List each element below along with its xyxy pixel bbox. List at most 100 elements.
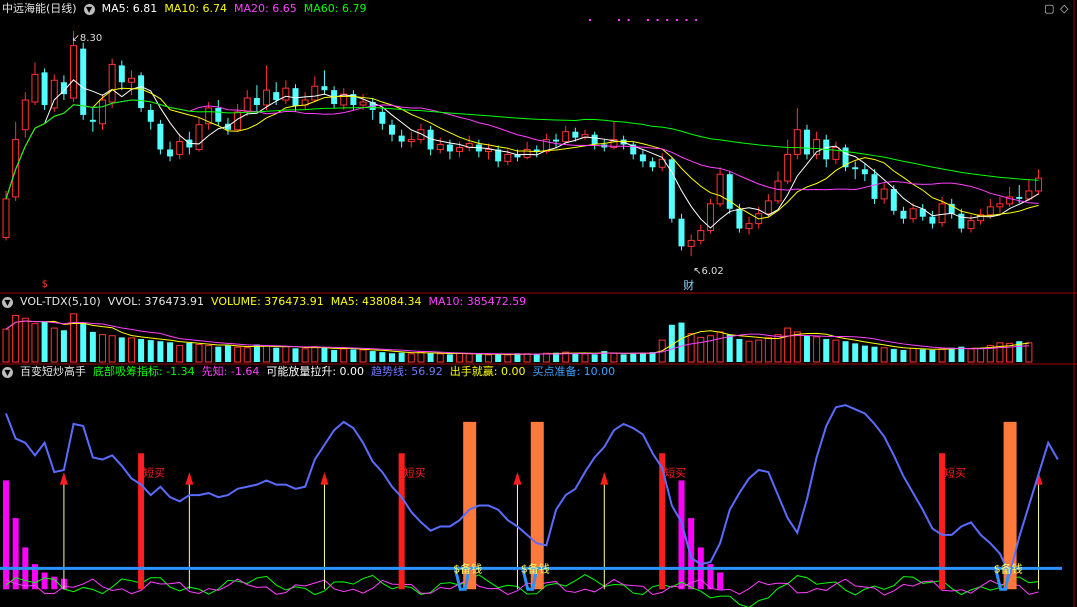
maidian-value: 买点准备: 10.00 (532, 365, 616, 378)
volume-bar (610, 352, 618, 363)
volume-bar (273, 347, 280, 362)
ma60-value: MA60: 6.79 (303, 2, 367, 15)
volume-bar (485, 354, 492, 363)
candle-body (832, 146, 840, 160)
volume-bar (195, 343, 203, 363)
candle-body (195, 124, 203, 150)
bottom-line (5, 574, 1039, 607)
short-buy-label: 短买 (944, 465, 966, 479)
vol-ma5-value: MA5: 438084.34 (330, 295, 422, 308)
chevron-down-icon[interactable]: ▼ (2, 366, 13, 378)
up-arrow-icon (59, 472, 68, 485)
volume-bar (224, 345, 231, 362)
volume-bar (215, 346, 222, 362)
volume-bar (108, 335, 116, 363)
volume-bar (331, 349, 338, 362)
volume-bar (591, 354, 598, 362)
volume-header: ▼ VOL-TDX(5,10) VVOL: 376473.91 VOLUME: … (0, 294, 526, 310)
low-price-label: ↖6.02 (693, 266, 724, 277)
candle-body (359, 101, 367, 106)
volume-bar (99, 334, 106, 363)
candle-body (639, 154, 646, 162)
candle-body (900, 210, 907, 219)
ma5-value: MA5: 6.81 (101, 2, 158, 15)
indicator-panel: 短买 短买 短买 短买 $备钱 $备钱 $备钱 (0, 404, 1062, 607)
candle-body (485, 148, 492, 152)
indicator-header: ▼ 百变短炒高手 底部吸筹指标: -1.34 先知: -1.64 可能放量拉升:… (0, 364, 615, 380)
volume-bar (389, 353, 395, 362)
volume-bar (630, 353, 637, 362)
volume-bar (813, 336, 821, 363)
volume-bar (340, 348, 348, 363)
volume-bar (167, 342, 174, 362)
signal-dot (656, 19, 659, 21)
volume-bar (697, 336, 705, 363)
volume-panel (2, 313, 1033, 363)
candle-body (880, 188, 888, 200)
signal-dot (666, 19, 669, 21)
money-label: $备钱 (994, 561, 1023, 575)
volume-bar (716, 331, 724, 363)
volume-bar (80, 322, 87, 362)
candle-body (871, 174, 878, 199)
volume-bar (138, 339, 145, 362)
volume-bar (50, 327, 58, 363)
candle-body (127, 77, 135, 83)
volume-bar (456, 352, 464, 363)
money-label: $备钱 (521, 561, 550, 575)
volume-bar (890, 348, 897, 362)
signal-dot (695, 19, 698, 21)
signal-dot (589, 19, 591, 21)
volume-bar (427, 353, 434, 362)
candle-body (389, 124, 395, 135)
volume-bar (639, 353, 646, 362)
volume-bar (745, 340, 753, 363)
candle-body (446, 144, 453, 152)
candle-body (89, 119, 96, 122)
volume-bar (793, 331, 801, 363)
volume-bar (417, 351, 425, 363)
volume-bar (678, 322, 685, 362)
candle-body (263, 89, 271, 106)
candle-body (157, 123, 164, 150)
bottom-value: 底部吸筹指标: -1.34 (93, 365, 195, 378)
volume-bar (803, 335, 810, 362)
candle-body (861, 169, 868, 175)
candle-body (282, 87, 290, 101)
volume-bar (282, 346, 290, 363)
candle-body (793, 129, 801, 155)
diamond-icon[interactable]: ◇ (1060, 2, 1068, 15)
up-arrow-icon (185, 472, 194, 485)
candle-body (311, 85, 319, 101)
short-buy-label: 短买 (664, 465, 686, 479)
candle-body (176, 141, 184, 155)
money-label: $备钱 (453, 561, 482, 575)
volume-bar (861, 345, 868, 362)
candle-body (562, 131, 570, 143)
volume-bar (127, 337, 135, 363)
candle-body (1016, 196, 1023, 199)
volume-bar (253, 344, 260, 362)
volume-bar (726, 334, 733, 362)
volume-value: VOLUME: 376473.91 (211, 295, 324, 308)
chevron-down-icon[interactable]: ▼ (2, 296, 13, 308)
volume-bar (465, 353, 473, 363)
volume-bar (379, 352, 386, 362)
indicator-name: 百变短炒高手 (20, 365, 86, 378)
volume-bar (504, 354, 512, 363)
volume-bar (832, 339, 840, 363)
volume-bar (176, 345, 184, 363)
dollar-marker: $ (42, 279, 48, 290)
xianzhi-bar (678, 480, 685, 590)
candle-body (986, 206, 994, 216)
volume-bar (292, 348, 299, 362)
fangliang-value: 可能放量拉升: 0.00 (266, 365, 365, 378)
volume-bar (620, 354, 627, 362)
volume-bar (706, 335, 714, 363)
chushou-value: 出手就赢: 0.00 (449, 365, 526, 378)
chevron-down-icon[interactable]: ▼ (83, 3, 95, 15)
candle-body (321, 86, 328, 91)
candle-body (572, 131, 579, 138)
window-restore-icon[interactable]: ▢ (1044, 2, 1054, 15)
high-price-label: ↙8.30 (72, 33, 103, 44)
